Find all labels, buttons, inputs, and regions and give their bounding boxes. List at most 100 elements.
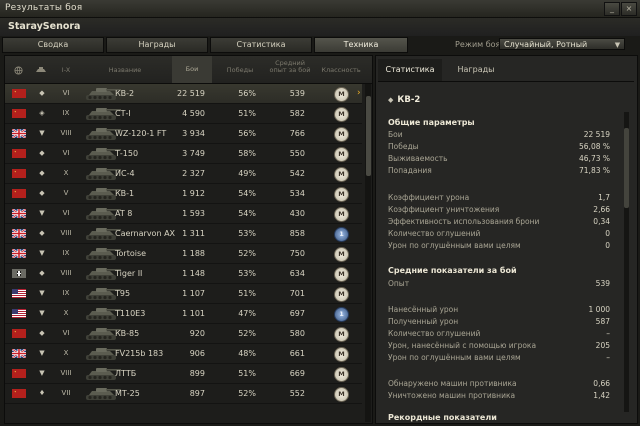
vehicle-battles: 899 <box>189 369 205 378</box>
mastery-badge-icon: M <box>334 187 349 202</box>
battle-mode-select[interactable]: Случайный, Ротный ▼ <box>499 38 625 50</box>
vehicle-class-icon: ▼ <box>39 129 45 137</box>
stat-label: Опыт <box>388 279 410 288</box>
table-row[interactable]: ◆ V КВ-1 1 912 54% 534 M <box>5 184 362 204</box>
table-row[interactable]: ◈ IX СТ-I 4 590 51% 582 M <box>5 104 362 124</box>
detail-tabs: Статистика Награды <box>378 59 634 82</box>
nation-flag-icon <box>12 149 26 158</box>
stat-label: Количество оглушений <box>388 329 481 338</box>
table-row[interactable]: ◆ VI КВ-2 22 519 56% 539 M › <box>5 84 362 104</box>
stat-row: Бои 22 519 <box>388 130 610 141</box>
table-row[interactable]: ◆ VI Т-150 3 749 58% 550 M <box>5 144 362 164</box>
heavy-tank-class-icon: ◆ <box>388 96 394 104</box>
vehicle-class-icon: ◈ <box>39 109 45 117</box>
vehicle-avg-xp: 634 <box>289 269 305 278</box>
stat-row: Полученный урон 587 <box>388 317 610 328</box>
stat-row: Выживаемость 46,73 % <box>388 154 610 165</box>
minimize-button[interactable]: _ <box>604 2 620 16</box>
stat-value: – <box>606 329 610 338</box>
vehicle-table-header: I-X Название Бои Победы Средний опыт за … <box>5 56 372 84</box>
vehicle-list-scroll-thumb[interactable] <box>366 96 371 176</box>
tab-detail-awards[interactable]: Награды <box>444 59 508 81</box>
header-tier[interactable]: I-X <box>55 67 77 74</box>
vehicle-tier: IX <box>62 289 70 297</box>
window-titlebar: Результаты боя _ × <box>0 0 640 18</box>
tab-statistics[interactable]: Статистика <box>210 37 312 53</box>
nation-flag-icon <box>12 189 26 198</box>
vehicle-name: КВ-2 <box>115 89 135 98</box>
section-avg-title: Средние показатели за бой <box>388 266 517 275</box>
stat-row: Эффективность использования брони 0,34 <box>388 217 610 228</box>
table-row[interactable]: ◆ VI КВ-85 920 52% 580 M <box>5 324 362 344</box>
close-button[interactable]: × <box>621 2 637 16</box>
detail-scroll-thumb[interactable] <box>624 128 629 208</box>
stat-row: Попадания 71,83 % <box>388 166 610 177</box>
nation-flag-icon <box>12 309 26 318</box>
table-row[interactable]: ▼ X FV215b 183 906 48% 661 M <box>5 344 362 364</box>
vehicle-class-icon: ◆ <box>39 229 45 237</box>
table-row[interactable]: ▼ VIII ЛТТБ 899 51% 669 M <box>5 364 362 384</box>
header-mastery[interactable]: Классность <box>318 67 364 74</box>
stat-label: Коэффициент урона <box>388 193 470 202</box>
mastery-badge-icon: M <box>334 147 349 162</box>
vehicle-battles: 920 <box>189 329 205 338</box>
nation-flag-icon <box>11 128 27 139</box>
tank-type-filter-icon[interactable] <box>33 66 49 77</box>
vehicle-battles: 1 311 <box>182 229 205 238</box>
stat-label: Уничтожено машин противника <box>388 391 516 400</box>
vehicle-detail-panel: Статистика Награды ◆ КВ-2 Общие параметры… <box>375 55 638 424</box>
vehicle-tier: IX <box>62 109 70 117</box>
nation-flag-icon <box>11 248 27 259</box>
stat-label: Урон, нанесённый с помощью игрока <box>388 341 537 350</box>
mastery-badge-icon: M <box>334 347 349 362</box>
header-battles[interactable]: Бои <box>172 56 212 83</box>
mastery-badge-icon: M <box>334 247 349 262</box>
detail-tank-name: КВ-2 <box>397 95 421 105</box>
vehicle-class-icon: ◆ <box>39 189 45 197</box>
globe-icon[interactable] <box>11 66 25 77</box>
tab-vehicles[interactable]: Техника <box>314 37 408 53</box>
tab-summary[interactable]: Сводка <box>2 37 104 53</box>
header-avg-xp[interactable]: Средний опыт за бой <box>267 60 313 74</box>
table-row[interactable]: ◆ VIII Caernarvon AX 1 311 53% 858 1 <box>5 224 362 244</box>
vehicle-class-icon: ▼ <box>39 349 45 357</box>
vehicle-name: T110E3 <box>115 309 146 318</box>
stat-row: Опыт 539 <box>388 279 610 290</box>
table-row[interactable]: ♦ VII МТ-25 897 52% 552 M <box>5 384 362 404</box>
stat-value: 1,7 <box>598 193 610 202</box>
stat-label: Эффективность использования брони <box>388 217 540 226</box>
stat-value: 0,66 <box>593 379 610 388</box>
vehicle-avg-xp: 697 <box>289 309 305 318</box>
vehicle-avg-xp: 669 <box>289 369 305 378</box>
vehicle-name: СТ-I <box>115 109 131 118</box>
tab-detail-statistics[interactable]: Статистика <box>378 59 442 81</box>
table-row[interactable]: ▼ VI AT 8 1 593 54% 430 M <box>5 204 362 224</box>
vehicle-class-icon: ♦ <box>38 389 46 397</box>
stat-label: Урон по оглушённым вами целям <box>388 353 521 362</box>
mastery-badge-icon: M <box>334 367 349 382</box>
header-name[interactable]: Название <box>100 67 150 74</box>
vehicle-wins: 51% <box>238 109 256 118</box>
table-row[interactable]: ◆ X ИС-4 2 327 49% 542 M <box>5 164 362 184</box>
table-row[interactable]: ▼ X T110E3 1 101 47% 697 1 <box>5 304 362 324</box>
vehicle-wins: 56% <box>238 89 256 98</box>
vehicle-tier: VIII <box>60 369 72 377</box>
table-row[interactable]: ◆ VIII Tiger II 1 148 53% 634 M <box>5 264 362 284</box>
stat-label: Попадания <box>388 166 432 175</box>
table-row[interactable]: ▼ VIII WZ-120-1 FT 3 934 56% 766 M <box>5 124 362 144</box>
mastery-badge-icon: M <box>334 267 349 282</box>
stat-value: 539 <box>595 279 610 288</box>
nation-flag-icon <box>12 289 26 298</box>
table-row[interactable]: ▼ IX Tortoise 1 188 52% 750 M <box>5 244 362 264</box>
vehicle-class-icon: ▼ <box>39 289 45 297</box>
header-wins[interactable]: Победы <box>218 67 262 74</box>
vehicle-tier: VIII <box>60 229 72 237</box>
vehicle-battles: 22 519 <box>177 89 205 98</box>
vehicle-name: T95 <box>115 289 131 298</box>
stat-value: – <box>606 353 610 362</box>
table-row[interactable]: ▼ IX T95 1 107 51% 701 M <box>5 284 362 304</box>
vehicle-tier: VI <box>62 209 70 217</box>
vehicle-wins: 52% <box>238 389 256 398</box>
tab-awards[interactable]: Награды <box>106 37 208 53</box>
nation-flag-icon <box>12 89 26 98</box>
